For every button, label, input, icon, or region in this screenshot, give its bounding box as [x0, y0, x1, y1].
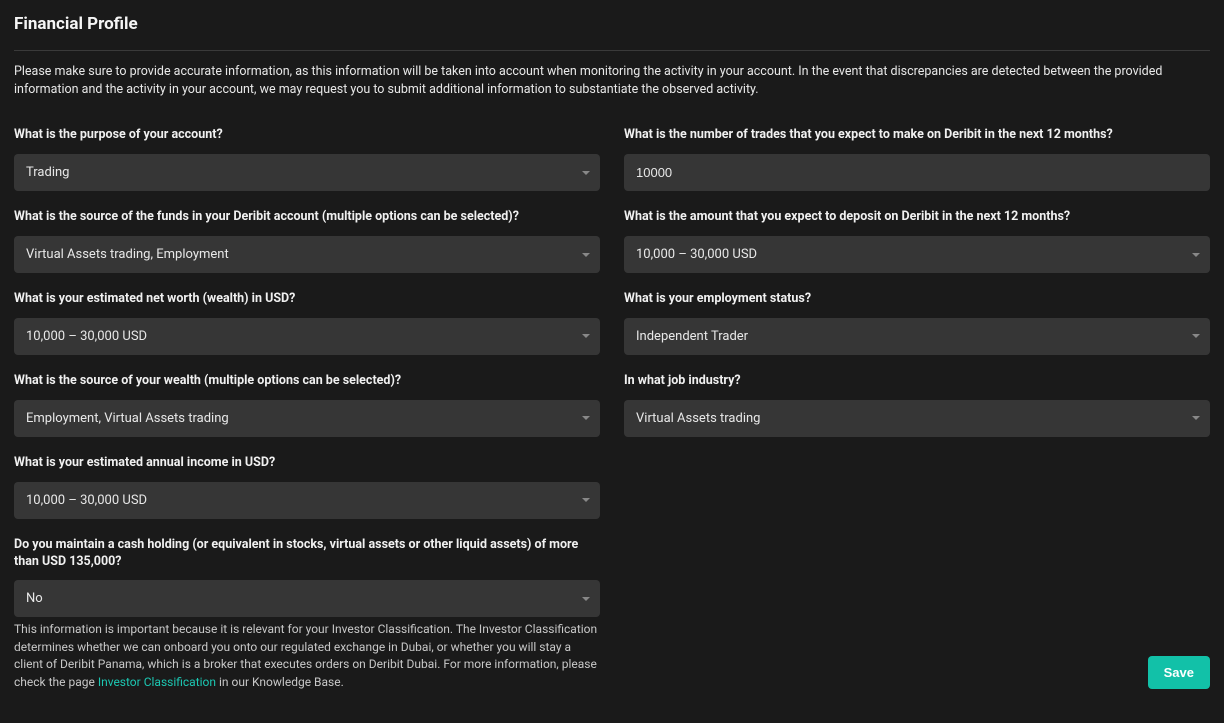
- source-wealth-value: Employment, Virtual Assets trading: [26, 411, 229, 426]
- page-title: Financial Profile: [14, 14, 1210, 36]
- help-text-after: in our Knowledge Base.: [216, 675, 344, 689]
- employment-status-group: What is your employment status? Independ…: [624, 291, 1210, 355]
- left-column: What is the purpose of your account? Tra…: [14, 127, 600, 709]
- cash-holding-value: No: [26, 591, 43, 606]
- employment-status-value: Independent Trader: [636, 329, 748, 344]
- chevron-down-icon: [582, 253, 590, 257]
- chevron-down-icon: [1192, 416, 1200, 420]
- net-worth-label: What is your estimated net worth (wealth…: [14, 291, 600, 308]
- annual-income-select[interactable]: 10,000 – 30,000 USD: [14, 482, 600, 519]
- deposit-amount-group: What is the amount that you expect to de…: [624, 209, 1210, 273]
- title-divider: [14, 50, 1210, 51]
- annual-income-label: What is your estimated annual income in …: [14, 455, 600, 472]
- num-trades-input[interactable]: [624, 154, 1210, 191]
- source-funds-group: What is the source of the funds in your …: [14, 209, 600, 273]
- cash-holding-group: Do you maintain a cash holding (or equiv…: [14, 537, 600, 691]
- source-wealth-group: What is the source of your wealth (multi…: [14, 373, 600, 437]
- source-wealth-select[interactable]: Employment, Virtual Assets trading: [14, 400, 600, 437]
- net-worth-value: 10,000 – 30,000 USD: [26, 329, 147, 344]
- chevron-down-icon: [582, 334, 590, 338]
- investor-classification-link[interactable]: Investor Classification: [98, 675, 216, 689]
- num-trades-group: What is the number of trades that you ex…: [624, 127, 1210, 191]
- job-industry-select[interactable]: Virtual Assets trading: [624, 400, 1210, 437]
- net-worth-group: What is your estimated net worth (wealth…: [14, 291, 600, 355]
- purpose-group: What is the purpose of your account? Tra…: [14, 127, 600, 191]
- employment-status-label: What is your employment status?: [624, 291, 1210, 308]
- deposit-amount-select[interactable]: 10,000 – 30,000 USD: [624, 236, 1210, 273]
- chevron-down-icon: [582, 498, 590, 502]
- chevron-down-icon: [582, 416, 590, 420]
- form-columns: What is the purpose of your account? Tra…: [14, 127, 1210, 709]
- source-wealth-label: What is the source of your wealth (multi…: [14, 373, 600, 390]
- intro-text: Please make sure to provide accurate inf…: [14, 63, 1210, 99]
- job-industry-group: In what job industry? Virtual Assets tra…: [624, 373, 1210, 437]
- cash-holding-select[interactable]: No: [14, 580, 600, 617]
- annual-income-value: 10,000 – 30,000 USD: [26, 493, 147, 508]
- right-column: What is the number of trades that you ex…: [624, 127, 1210, 709]
- purpose-select[interactable]: Trading: [14, 154, 600, 191]
- chevron-down-icon: [1192, 253, 1200, 257]
- chevron-down-icon: [582, 597, 590, 601]
- annual-income-group: What is your estimated annual income in …: [14, 455, 600, 519]
- job-industry-value: Virtual Assets trading: [636, 411, 760, 426]
- net-worth-select[interactable]: 10,000 – 30,000 USD: [14, 318, 600, 355]
- job-industry-label: In what job industry?: [624, 373, 1210, 390]
- cash-holding-label: Do you maintain a cash holding (or equiv…: [14, 537, 600, 571]
- deposit-amount-value: 10,000 – 30,000 USD: [636, 247, 757, 262]
- source-funds-select[interactable]: Virtual Assets trading, Employment: [14, 236, 600, 273]
- chevron-down-icon: [1192, 334, 1200, 338]
- save-button[interactable]: Save: [1148, 656, 1210, 689]
- employment-status-select[interactable]: Independent Trader: [624, 318, 1210, 355]
- deposit-amount-label: What is the amount that you expect to de…: [624, 209, 1210, 226]
- source-funds-label: What is the source of the funds in your …: [14, 209, 600, 226]
- purpose-label: What is the purpose of your account?: [14, 127, 600, 144]
- num-trades-label: What is the number of trades that you ex…: [624, 127, 1210, 144]
- chevron-down-icon: [582, 171, 590, 175]
- cash-holding-help: This information is important because it…: [14, 621, 600, 691]
- purpose-value: Trading: [26, 165, 69, 180]
- source-funds-value: Virtual Assets trading, Employment: [26, 247, 229, 262]
